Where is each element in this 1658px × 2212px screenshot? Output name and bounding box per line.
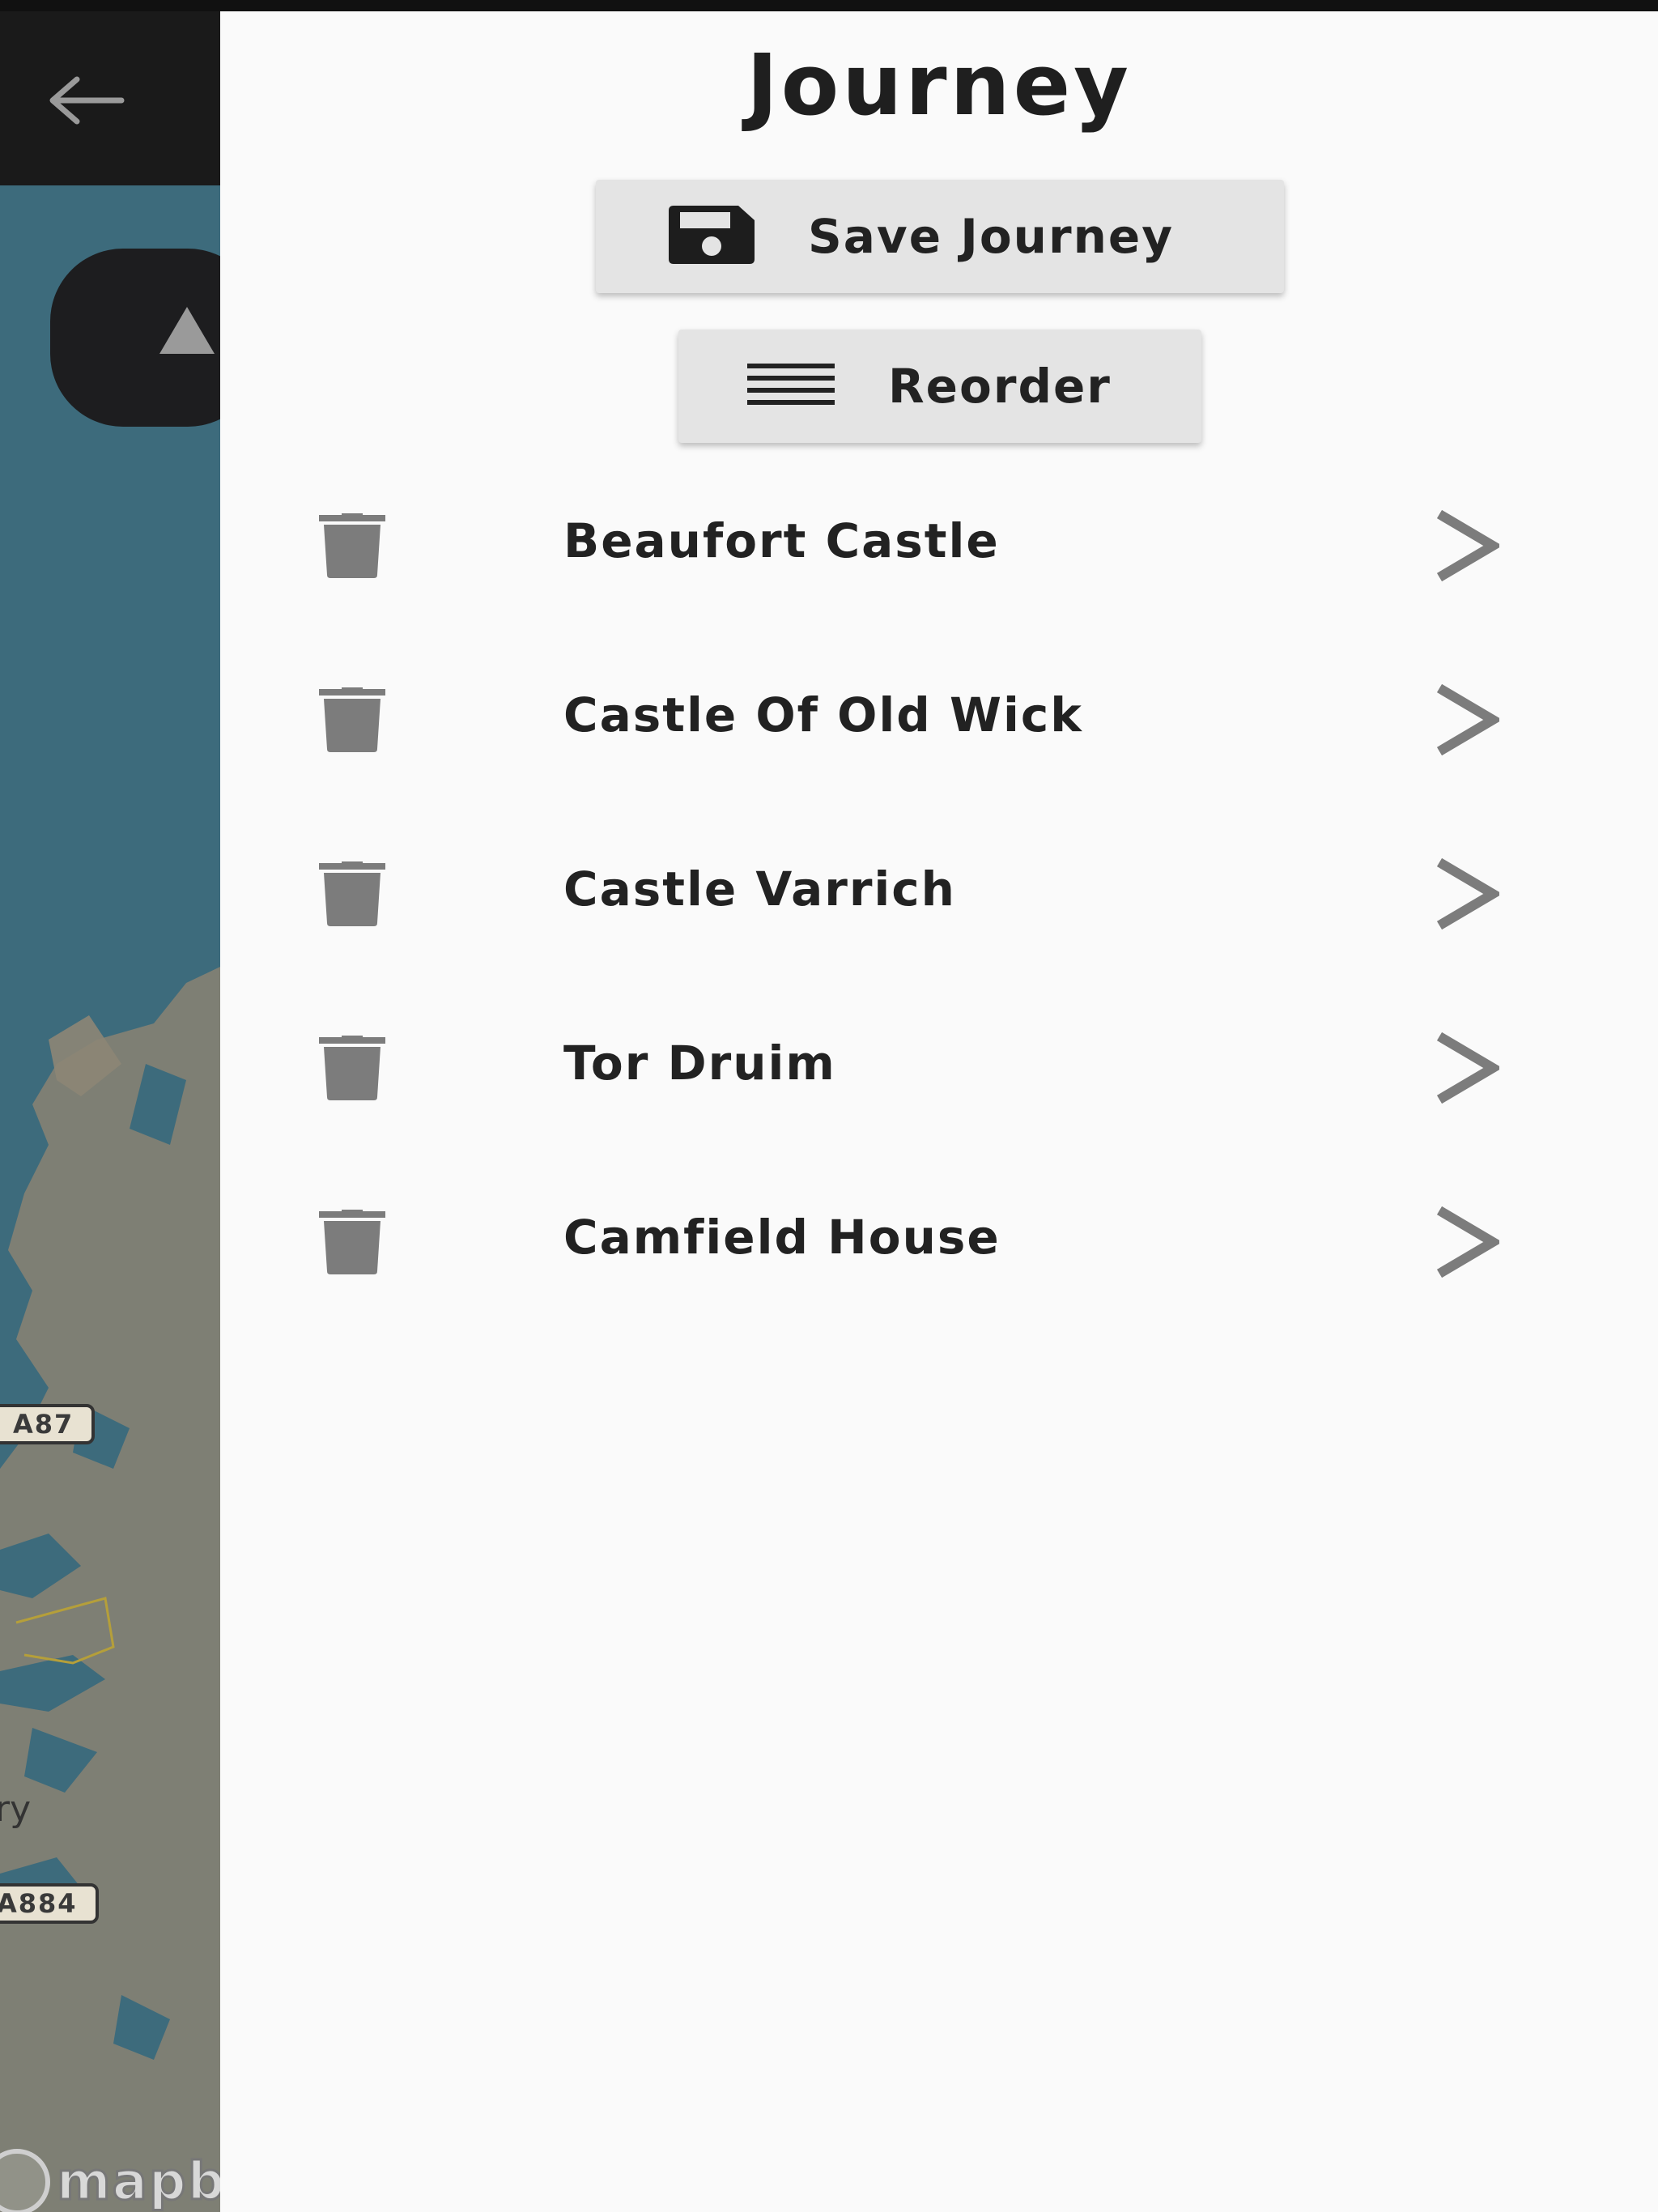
journey-item-name: Camfield House	[563, 1210, 1001, 1265]
journey-item-name: Castle Varrich	[563, 861, 956, 917]
chevron-right-icon[interactable]	[1435, 857, 1499, 930]
page-title: Journey	[746, 36, 1132, 134]
trash-icon[interactable]	[317, 861, 387, 926]
reorder-lines-icon	[747, 362, 835, 410]
back-button[interactable]	[45, 76, 134, 141]
journey-item[interactable]: Tor Druim	[220, 987, 1658, 1161]
floppy-disk-icon	[669, 206, 755, 267]
map-view[interactable]: A87 ry A884 mapbox	[0, 11, 220, 2212]
reorder-button[interactable]: Reorder	[678, 330, 1201, 443]
chevron-right-icon[interactable]	[1435, 509, 1499, 582]
reorder-label: Reorder	[888, 359, 1112, 414]
navigation-arrow-icon	[159, 307, 215, 354]
place-label: ry	[0, 1789, 32, 1830]
road-label-a884: A884	[0, 1883, 99, 1924]
chevron-right-icon[interactable]	[1435, 1032, 1499, 1104]
save-journey-button[interactable]: Save Journey	[596, 180, 1284, 293]
mapbox-logo-icon	[0, 2149, 50, 2212]
navigation-button[interactable]	[50, 249, 220, 427]
journey-item-name: Tor Druim	[563, 1036, 836, 1091]
journey-item[interactable]: Castle Varrich	[220, 813, 1658, 987]
journey-item-name: Castle Of Old Wick	[563, 687, 1083, 742]
journey-item[interactable]: Beaufort Castle	[220, 465, 1658, 639]
journey-panel: Journey Save Journey Reorder Beaufort Ca…	[220, 11, 1658, 2212]
mapbox-logo: mapbox	[0, 2149, 220, 2212]
trash-icon[interactable]	[317, 513, 387, 578]
trash-icon[interactable]	[317, 687, 387, 752]
save-journey-label: Save Journey	[808, 209, 1175, 264]
mapbox-logo-text: mapbox	[56, 2151, 220, 2212]
chevron-right-icon[interactable]	[1435, 683, 1499, 756]
chevron-right-icon[interactable]	[1435, 1206, 1499, 1278]
journey-item[interactable]: Camfield House	[220, 1161, 1658, 1335]
status-bar	[0, 0, 1658, 11]
journey-item-name: Beaufort Castle	[563, 513, 1000, 568]
trash-icon[interactable]	[317, 1036, 387, 1100]
arrow-left-icon	[49, 76, 125, 125]
trash-icon[interactable]	[317, 1210, 387, 1274]
journey-item[interactable]: Castle Of Old Wick	[220, 639, 1658, 813]
road-label-a87: A87	[0, 1404, 96, 1444]
